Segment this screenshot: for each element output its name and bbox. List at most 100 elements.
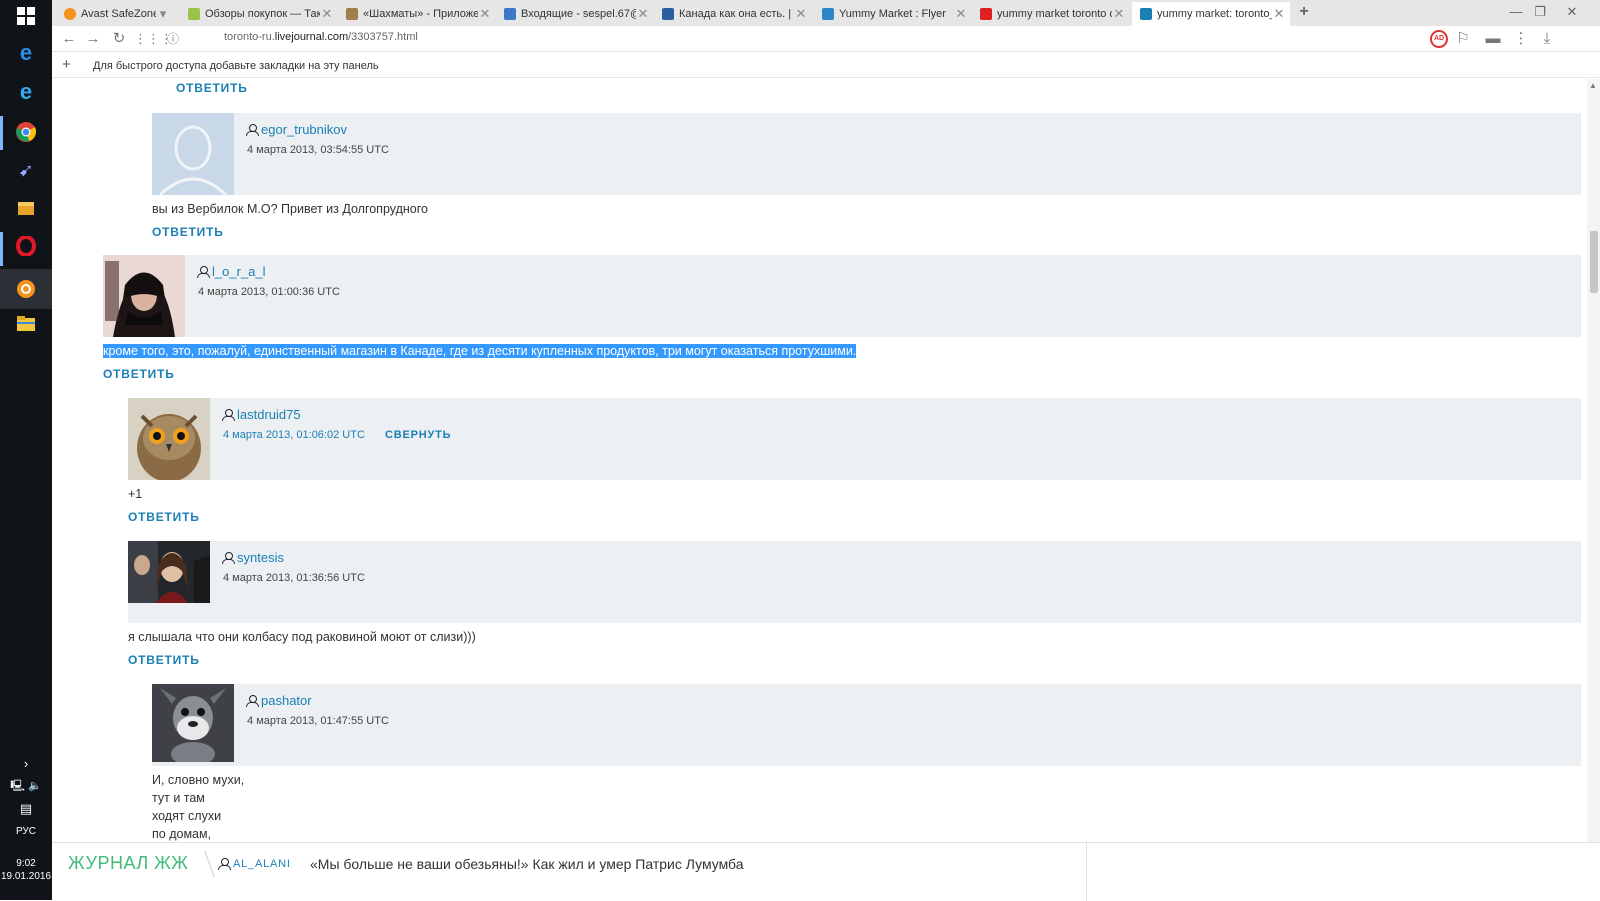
edge-icon[interactable]: e xyxy=(14,40,38,65)
media-app-icon[interactable]: ➹ xyxy=(14,158,38,182)
back-icon[interactable]: ← xyxy=(58,29,80,49)
tab-7-active[interactable]: yummy market: toronto_ru ✕ xyxy=(1132,2,1290,26)
chevron-right-icon[interactable]: › xyxy=(0,757,52,770)
apps-grid-icon[interactable]: ⋮⋮⋮ xyxy=(134,29,173,49)
collapse-link[interactable]: СВЕРНУТЬ xyxy=(385,429,451,441)
wallet-icon[interactable]: ▬ xyxy=(1482,29,1504,49)
reply-link[interactable]: ОТВЕТИТЬ xyxy=(176,81,248,95)
tab-5[interactable]: Yummy Market : Flyer ✕ xyxy=(814,2,972,26)
browser-window: Avast SafeZone ▾ Обзоры покупок — Таке ✕… xyxy=(52,0,1600,901)
comment-date-link[interactable]: 4 марта 2013, 01:06:02 UTC xyxy=(223,429,365,441)
tab-2[interactable]: «Шахматы» - Приложени ✕ xyxy=(338,2,496,26)
adblock-icon[interactable]: AD xyxy=(1430,30,1448,48)
vertical-scrollbar[interactable]: ▲ xyxy=(1587,79,1600,842)
reply-link[interactable]: ОТВЕТИТЬ xyxy=(128,653,200,667)
comment-text-line: тут и там xyxy=(152,791,205,805)
close-icon[interactable]: ✕ xyxy=(954,6,968,22)
tab-favicon xyxy=(346,8,358,20)
window-close-icon[interactable]: ✕ xyxy=(1552,2,1592,22)
comment-text-line: И, словно мухи, xyxy=(152,773,245,787)
scroll-thumb[interactable] xyxy=(1590,231,1598,293)
internet-explorer-icon[interactable]: e xyxy=(14,79,38,104)
avast-icon[interactable] xyxy=(14,277,38,301)
reply-link[interactable]: ОТВЕТИТЬ xyxy=(128,510,200,524)
bookmarks-hint: Для быстрого доступа добавьте закладки н… xyxy=(93,60,379,72)
url-host: toronto-ru. xyxy=(224,31,275,43)
journal-brand-link[interactable]: ЖУРНАЛ ЖЖ xyxy=(68,853,188,874)
tab-label: Avast SafeZone xyxy=(81,8,156,20)
comment-username[interactable]: pashator xyxy=(246,693,312,708)
chevron-down-icon[interactable]: ▾ xyxy=(156,6,170,22)
clock-date[interactable]: 19.01.2016 xyxy=(0,871,52,883)
tab-1[interactable]: Обзоры покупок — Таке ✕ xyxy=(180,2,338,26)
download-icon[interactable]: ⤓ xyxy=(1536,29,1558,49)
close-icon[interactable]: ✕ xyxy=(636,6,650,22)
tab-4[interactable]: Канада как она есть. | Ст ✕ xyxy=(654,2,812,26)
windows-start-icon[interactable] xyxy=(14,4,38,28)
url-path: /3303757.html xyxy=(348,31,418,43)
close-icon[interactable]: ✕ xyxy=(478,6,492,22)
divider xyxy=(193,851,215,877)
language-indicator[interactable]: РУС xyxy=(0,826,52,838)
forward-icon[interactable]: → xyxy=(82,29,104,49)
tab-label: Канада как она есть. | Ст xyxy=(679,8,794,20)
comment-username[interactable]: lastdruid75 xyxy=(222,407,301,422)
featured-post-title[interactable]: «Мы больше не ваши обезьяны!» Как жил и … xyxy=(310,856,744,872)
bottom-user-link[interactable]: AL_ALANI xyxy=(218,858,291,870)
avatar[interactable] xyxy=(103,255,185,337)
username-text: pashator xyxy=(261,693,312,708)
address-bar: ← → ↻ ⋮⋮⋮ ⓘ toronto-ru.livejournal.com/3… xyxy=(52,26,1600,52)
opera-icon[interactable] xyxy=(14,234,38,258)
minimize-icon[interactable]: — xyxy=(1504,2,1528,22)
user-icon xyxy=(222,551,235,564)
tab-label: yummy market toronto of xyxy=(997,8,1112,20)
close-icon[interactable]: ✕ xyxy=(794,6,808,22)
add-bookmark-icon[interactable]: + xyxy=(62,56,71,73)
tab-3[interactable]: Входящие - sespel.67@m ✕ xyxy=(496,2,654,26)
tab-label: Обзоры покупок — Таке xyxy=(205,8,320,20)
username-text: l_o_r_a_l xyxy=(212,264,266,279)
new-tab-icon[interactable]: + xyxy=(1292,2,1316,22)
comment-date: 4 марта 2013, 01:00:36 UTC xyxy=(198,286,340,298)
tab-avast-safezone[interactable]: Avast SafeZone ▾ xyxy=(56,2,174,26)
close-icon[interactable]: ✕ xyxy=(320,6,334,22)
avatar[interactable] xyxy=(152,113,234,195)
username-text: egor_trubnikov xyxy=(261,122,347,137)
clock-time[interactable]: 9:02 xyxy=(0,858,52,870)
close-icon[interactable]: ✕ xyxy=(1272,6,1286,22)
url-field[interactable]: toronto-ru.livejournal.com/3303757.html xyxy=(224,31,418,43)
tab-6[interactable]: yummy market toronto of ✕ xyxy=(972,2,1130,26)
site-info-icon[interactable]: ⓘ xyxy=(162,29,184,49)
reply-link[interactable]: ОТВЕТИТЬ xyxy=(103,367,175,381)
tab-label: Yummy Market : Flyer xyxy=(839,8,946,20)
menu-kebab-icon[interactable]: ⋮ xyxy=(1510,29,1532,49)
comment-username[interactable]: egor_trubnikov xyxy=(246,122,347,137)
comment-username[interactable]: l_o_r_a_l xyxy=(197,264,266,279)
avatar[interactable] xyxy=(152,684,234,766)
bottom-user-text: AL_ALANI xyxy=(233,858,291,870)
reload-icon[interactable]: ↻ xyxy=(108,29,130,49)
comment-header: syntesis 4 марта 2013, 01:36:56 UTC xyxy=(128,541,1581,623)
avatar[interactable] xyxy=(128,541,210,623)
file-explorer-icon[interactable] xyxy=(14,312,38,336)
tab-favicon xyxy=(1140,8,1152,20)
username-text: syntesis xyxy=(237,550,284,565)
comment-username[interactable]: syntesis xyxy=(222,550,284,565)
reply-link[interactable]: ОТВЕТИТЬ xyxy=(152,225,224,239)
user-icon xyxy=(222,408,235,421)
avatar[interactable] xyxy=(128,398,210,480)
maximize-icon[interactable]: ❐ xyxy=(1528,2,1552,22)
tab-favicon xyxy=(822,8,834,20)
comment-text: +1 xyxy=(128,487,143,501)
scroll-up-icon[interactable]: ▲ xyxy=(1589,81,1597,90)
tab-favicon xyxy=(980,8,992,20)
tab-favicon xyxy=(662,8,674,20)
bookmark-icon[interactable]: ⚐ xyxy=(1452,29,1474,49)
network-volume-icon[interactable]: 🖳 🔈 xyxy=(0,780,52,792)
notification-icon[interactable]: ▤ xyxy=(0,802,52,815)
url-domain: livejournal.com xyxy=(274,31,349,43)
avast-tab-icon xyxy=(64,8,76,20)
close-icon[interactable]: ✕ xyxy=(1112,6,1126,22)
chrome-icon[interactable] xyxy=(14,120,38,144)
package-app-icon[interactable] xyxy=(14,196,38,220)
